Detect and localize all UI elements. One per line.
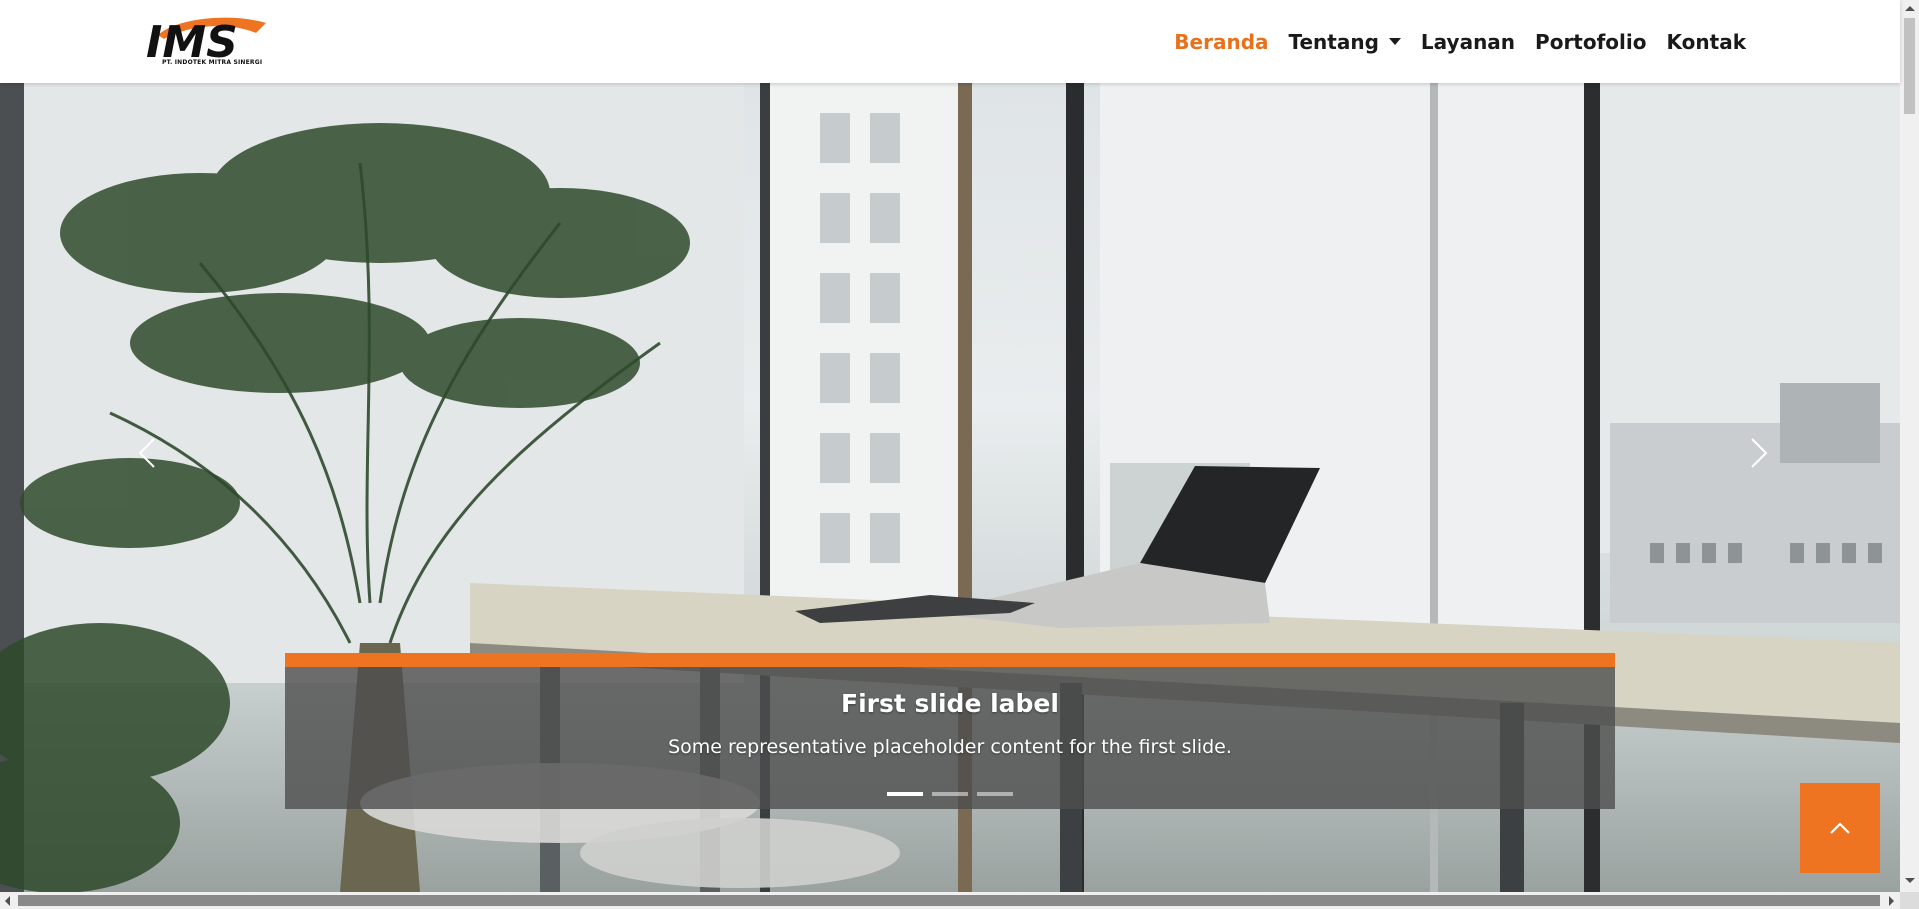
nav-item-label: Portofolio xyxy=(1535,29,1647,54)
scrollbar-corner xyxy=(1900,892,1919,909)
vertical-scrollbar[interactable] xyxy=(1900,0,1919,892)
caption-accent-bar xyxy=(285,653,1615,667)
carousel-indicator-2[interactable] xyxy=(932,792,968,796)
chevron-right-icon xyxy=(1751,438,1768,468)
nav-item-label: Tentang xyxy=(1288,29,1379,54)
company-logo[interactable]: IMS PT. INDOTEK MITRA SINERGI xyxy=(138,13,268,69)
back-to-top-button[interactable] xyxy=(1800,783,1880,873)
company-name: PT. INDOTEK MITRA SINERGI xyxy=(162,59,263,66)
caption-title: First slide label xyxy=(841,689,1059,718)
nav-item-label: Layanan xyxy=(1420,29,1516,54)
carousel-indicator-3[interactable] xyxy=(977,792,1013,796)
carousel-caption: First slide label Some representative pl… xyxy=(285,667,1615,809)
carousel-indicators xyxy=(285,792,1615,796)
carousel-indicator-1[interactable] xyxy=(887,792,923,796)
navbar: IMS PT. INDOTEK MITRA SINERGI Beranda Te… xyxy=(0,0,1900,83)
nav-item-label: Kontak xyxy=(1666,29,1746,54)
nav-item-tentang[interactable]: Tentang xyxy=(1279,30,1411,54)
main-nav: Beranda Tentang Layanan Portofolio Konta… xyxy=(1164,0,1756,83)
nav-item-beranda[interactable]: Beranda xyxy=(1164,30,1278,54)
caret-down-icon xyxy=(1388,38,1401,45)
nav-item-portofolio[interactable]: Portofolio xyxy=(1525,30,1656,54)
horizontal-scrollbar[interactable] xyxy=(0,892,1900,909)
nav-item-label: Beranda xyxy=(1174,29,1269,54)
nav-item-kontak[interactable]: Kontak xyxy=(1657,30,1756,54)
carousel-next-button[interactable] xyxy=(1738,433,1778,473)
nav-item-layanan[interactable]: Layanan xyxy=(1411,30,1525,54)
chevron-left-icon xyxy=(138,438,155,468)
scrollbar-thumb[interactable] xyxy=(18,895,1880,906)
scroll-right-icon[interactable] xyxy=(1889,896,1894,906)
scroll-down-icon[interactable] xyxy=(1905,878,1915,883)
scroll-up-icon[interactable] xyxy=(1905,6,1915,11)
scrollbar-thumb[interactable] xyxy=(1904,18,1915,114)
carousel-prev-button[interactable] xyxy=(128,433,168,473)
caption-text: Some representative placeholder content … xyxy=(668,736,1232,758)
chevron-up-icon xyxy=(1830,822,1850,834)
scroll-left-icon[interactable] xyxy=(5,896,10,906)
